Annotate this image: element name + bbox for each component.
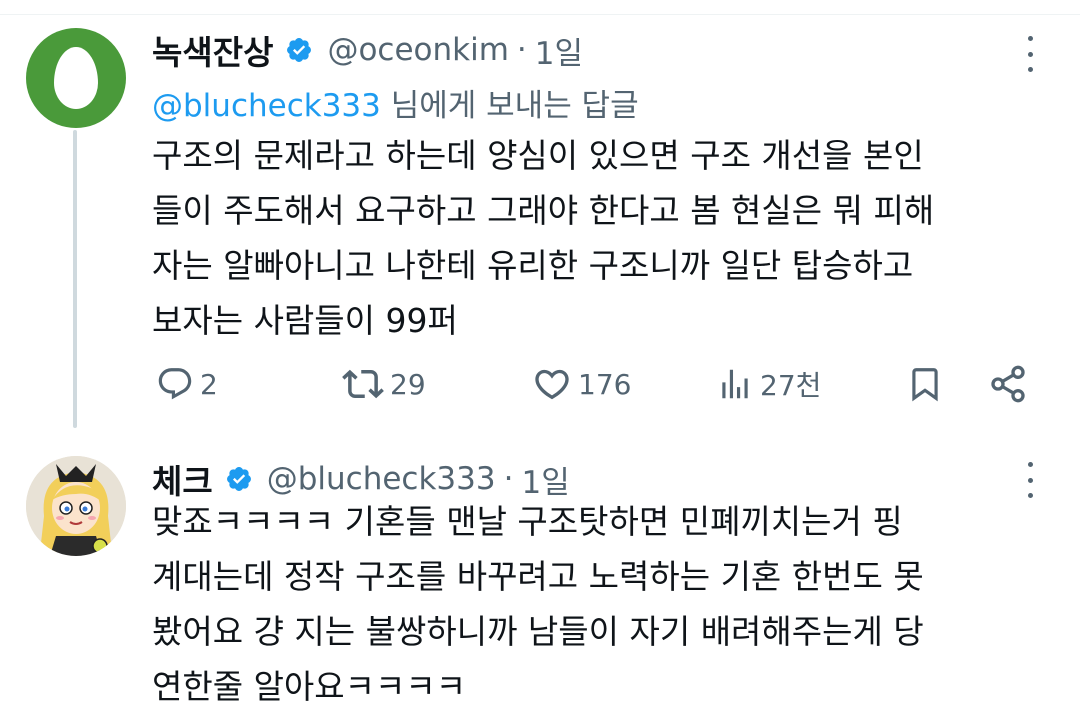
bookmark-icon bbox=[912, 368, 938, 402]
share-button[interactable] bbox=[988, 358, 1028, 410]
retweet-button[interactable]: 29 bbox=[342, 358, 426, 410]
more-icon[interactable] bbox=[1020, 462, 1040, 498]
bookmark-button[interactable] bbox=[906, 358, 944, 410]
retweet-icon bbox=[342, 369, 384, 399]
tweet-line: 맞죠ㅋㅋㅋㅋ 기혼들 맨날 구조탓하면 민폐끼치는거 핑 bbox=[152, 502, 903, 541]
cartoon-avatar-icon bbox=[26, 456, 126, 556]
avatar-blucheck333[interactable] bbox=[26, 456, 126, 556]
timestamp[interactable]: 1일 bbox=[535, 28, 583, 73]
verified-badge-icon bbox=[226, 467, 251, 491]
like-button[interactable]: 176 bbox=[532, 358, 631, 410]
verified-badge-icon bbox=[287, 38, 312, 62]
handle[interactable]: @blucheck333 bbox=[267, 461, 496, 497]
share-icon bbox=[991, 365, 1025, 403]
tweet1-header: 녹색잔상 @oceonkim · 1일 bbox=[152, 26, 583, 74]
tweet-line: 계대는데 정작 구조를 바꾸려고 노력하는 기혼 한번도 못 bbox=[152, 557, 924, 596]
tweet-line: 보자는 사람들이 99퍼 bbox=[152, 301, 458, 340]
tweet-line: 봤어요 걍 지는 불쌍하니까 남들이 자기 배려해주는게 당 bbox=[152, 612, 924, 651]
reply-icon bbox=[158, 368, 192, 400]
retweet-count: 29 bbox=[390, 367, 426, 401]
reply-to-label: 님에게 보내는 답글 bbox=[390, 88, 639, 124]
reply-count: 2 bbox=[200, 367, 218, 401]
separator-dot: · bbox=[503, 461, 514, 497]
like-icon bbox=[535, 369, 569, 400]
like-count: 176 bbox=[578, 367, 632, 401]
replying-to: @blucheck333 님에게 보내는 답글 bbox=[152, 80, 639, 125]
top-divider bbox=[0, 0, 1080, 15]
display-name[interactable]: 녹색잔상 bbox=[152, 26, 273, 74]
views-button[interactable]: 27천 bbox=[716, 358, 821, 410]
views-count: 27천 bbox=[760, 369, 822, 402]
tweet-line: 연한줄 알아요ㅋㅋㅋㅋ bbox=[152, 667, 467, 706]
avatar-oceonkim[interactable] bbox=[26, 28, 126, 128]
tweet1-text: 구조의 문제라고 하는데 양심이 있으면 구조 개선을 본인 들이 주도해서 요… bbox=[152, 128, 1052, 348]
egg-avatar-icon bbox=[54, 47, 98, 109]
tweet1-actions: 2 29 176 27천 bbox=[152, 358, 1042, 410]
more-icon[interactable] bbox=[1020, 36, 1040, 72]
views-icon bbox=[722, 369, 748, 399]
handle[interactable]: @oceonkim bbox=[327, 32, 508, 68]
thread-connector-line bbox=[73, 130, 77, 428]
tweet-line: 구조의 문제라고 하는데 양심이 있으면 구조 개선을 본인 bbox=[152, 136, 924, 175]
reply-mention-link[interactable]: @blucheck333 bbox=[152, 88, 381, 124]
separator-dot: · bbox=[516, 32, 527, 68]
reply-button[interactable]: 2 bbox=[156, 358, 218, 410]
tweet-line: 자는 알빠아니고 나한테 유리한 구조니까 일단 탑승하고 bbox=[152, 246, 914, 285]
tweet2-text: 맞죠ㅋㅋㅋㅋ 기혼들 맨날 구조탓하면 민폐끼치는거 핑 계대는데 정작 구조를… bbox=[152, 494, 1052, 714]
tweet-line: 들이 주도해서 요구하고 그래야 한다고 봄 현실은 뭐 피해 bbox=[152, 191, 935, 230]
